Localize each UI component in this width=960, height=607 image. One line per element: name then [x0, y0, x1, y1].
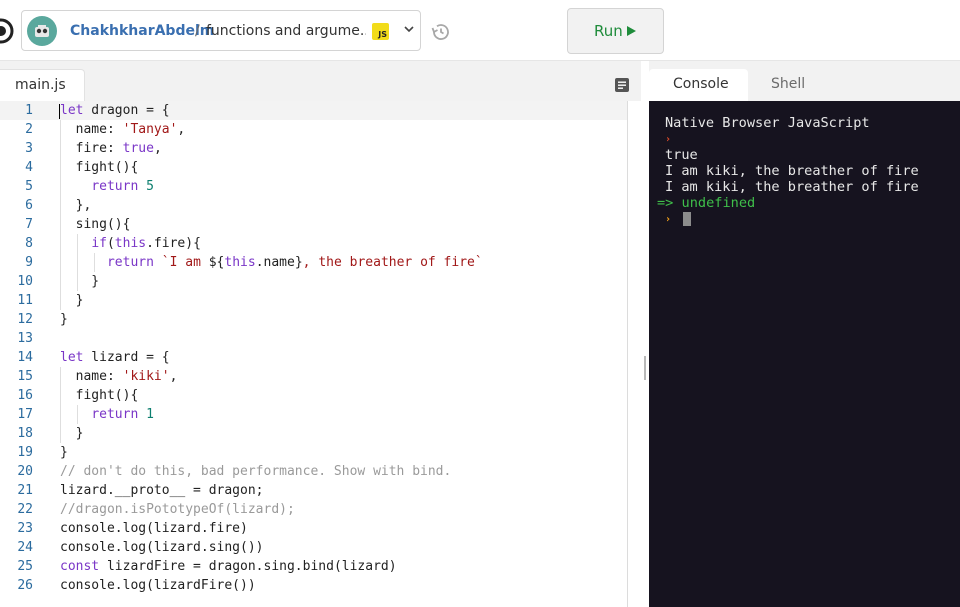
- code-line[interactable]: return 1: [60, 405, 154, 424]
- pane-resize-handle[interactable]: [644, 356, 646, 380]
- code-line[interactable]: console.log(lizardFire()): [60, 576, 256, 595]
- line-number: 24: [17, 540, 33, 555]
- line-number: 5: [25, 179, 33, 194]
- tab-shell[interactable]: Shell: [748, 69, 826, 101]
- tab-label: Shell: [771, 76, 806, 92]
- run-label: Run: [594, 22, 623, 40]
- javascript-language-icon: JS: [372, 23, 389, 40]
- line-number: 25: [17, 559, 33, 574]
- line-number: 18: [17, 426, 33, 441]
- line-number: 20: [17, 464, 33, 479]
- line-number: 22: [17, 502, 33, 517]
- repl-selector[interactable]: ChakhkharAbdelm / functions and argume..…: [21, 10, 421, 51]
- code-line[interactable]: }: [60, 310, 68, 329]
- console-result-line: => undefined: [657, 195, 756, 211]
- top-bar: ChakhkharAbdelm / functions and argume..…: [0, 0, 960, 61]
- chevron-down-icon[interactable]: [402, 22, 416, 36]
- line-number: 2: [25, 122, 33, 137]
- editor-tab-bar: main.js: [0, 61, 641, 101]
- line-number: 6: [25, 198, 33, 213]
- line-number: 10: [17, 274, 33, 289]
- line-number: 8: [25, 236, 33, 251]
- line-number: 21: [17, 483, 33, 498]
- code-line[interactable]: fire: true,: [60, 139, 162, 158]
- console-output-line: true: [665, 147, 698, 163]
- line-number: 7: [25, 217, 33, 232]
- replit-logo-icon[interactable]: [0, 16, 14, 46]
- code-line[interactable]: name: 'kiki',: [60, 367, 178, 386]
- code-line[interactable]: }: [60, 272, 99, 291]
- code-line[interactable]: //dragon.isPototypeOf(lizard);: [60, 500, 295, 519]
- tab-console[interactable]: Console: [649, 69, 748, 101]
- line-number: 12: [17, 312, 33, 327]
- editor-scrollbar[interactable]: [627, 101, 628, 607]
- code-line[interactable]: }: [60, 443, 68, 462]
- code-line[interactable]: fight(){: [60, 158, 139, 177]
- line-number: 14: [17, 350, 33, 365]
- code-line[interactable]: }: [60, 424, 84, 443]
- line-number: 4: [25, 160, 33, 175]
- owner-link[interactable]: ChakhkharAbdelm: [70, 23, 214, 39]
- format-icon[interactable]: [614, 77, 630, 93]
- line-number: 3: [25, 141, 33, 156]
- play-icon: [627, 26, 636, 36]
- line-number: 1: [25, 103, 33, 118]
- console-input-cursor[interactable]: [683, 212, 691, 226]
- code-line[interactable]: let lizard = {: [60, 348, 170, 367]
- console-output[interactable]: Native Browser JavaScript › true I am ki…: [649, 101, 960, 607]
- code-line[interactable]: sing(){: [60, 215, 131, 234]
- run-button[interactable]: Run: [567, 8, 664, 54]
- prompt-icon: ›: [665, 134, 672, 145]
- console-tab-bar: Console Shell: [649, 61, 960, 101]
- code-line[interactable]: lizard.__proto__ = dragon;: [60, 481, 264, 500]
- code-line[interactable]: console.log(lizard.fire): [60, 519, 248, 538]
- line-number: 16: [17, 388, 33, 403]
- code-line[interactable]: fight(){: [60, 386, 139, 405]
- path-separator: /: [195, 23, 200, 39]
- tab-label: Console: [673, 76, 729, 92]
- repl-name[interactable]: functions and argume...: [206, 23, 366, 39]
- prompt-icon: ›: [665, 214, 672, 225]
- tab-main-js[interactable]: main.js: [0, 69, 85, 101]
- line-number: 15: [17, 369, 33, 384]
- code-line[interactable]: }: [60, 291, 84, 310]
- code-line[interactable]: console.log(lizard.sing()): [60, 538, 264, 557]
- code-line[interactable]: },: [60, 196, 92, 215]
- line-number: 13: [17, 331, 33, 346]
- console-banner: Native Browser JavaScript: [665, 115, 870, 131]
- line-number: 19: [17, 445, 33, 460]
- line-number: 9: [25, 255, 33, 270]
- line-number: 26: [17, 578, 33, 593]
- line-number: 11: [17, 293, 33, 308]
- console-output-line: I am kiki, the breather of fire: [665, 179, 919, 195]
- code-line[interactable]: return 5: [60, 177, 154, 196]
- avatar[interactable]: [27, 16, 57, 46]
- tab-label: main.js: [15, 77, 66, 93]
- line-number: 17: [17, 407, 33, 422]
- code-line[interactable]: let dragon = {: [60, 101, 170, 120]
- code-line[interactable]: const lizardFire = dragon.sing.bind(liza…: [60, 557, 397, 576]
- line-number: 23: [17, 521, 33, 536]
- code-line[interactable]: return `I am ${this.name}, the breather …: [60, 253, 483, 272]
- code-line[interactable]: // don't do this, bad performance. Show …: [60, 462, 451, 481]
- history-icon[interactable]: [429, 20, 453, 44]
- code-editor[interactable]: 1 2 3 4 5 6 7 8 9 10 11 12 13 14 15 16 1…: [0, 101, 641, 607]
- code-line[interactable]: if(this.fire){: [60, 234, 201, 253]
- code-line[interactable]: name: 'Tanya',: [60, 120, 186, 139]
- console-output-line: I am kiki, the breather of fire: [665, 163, 919, 179]
